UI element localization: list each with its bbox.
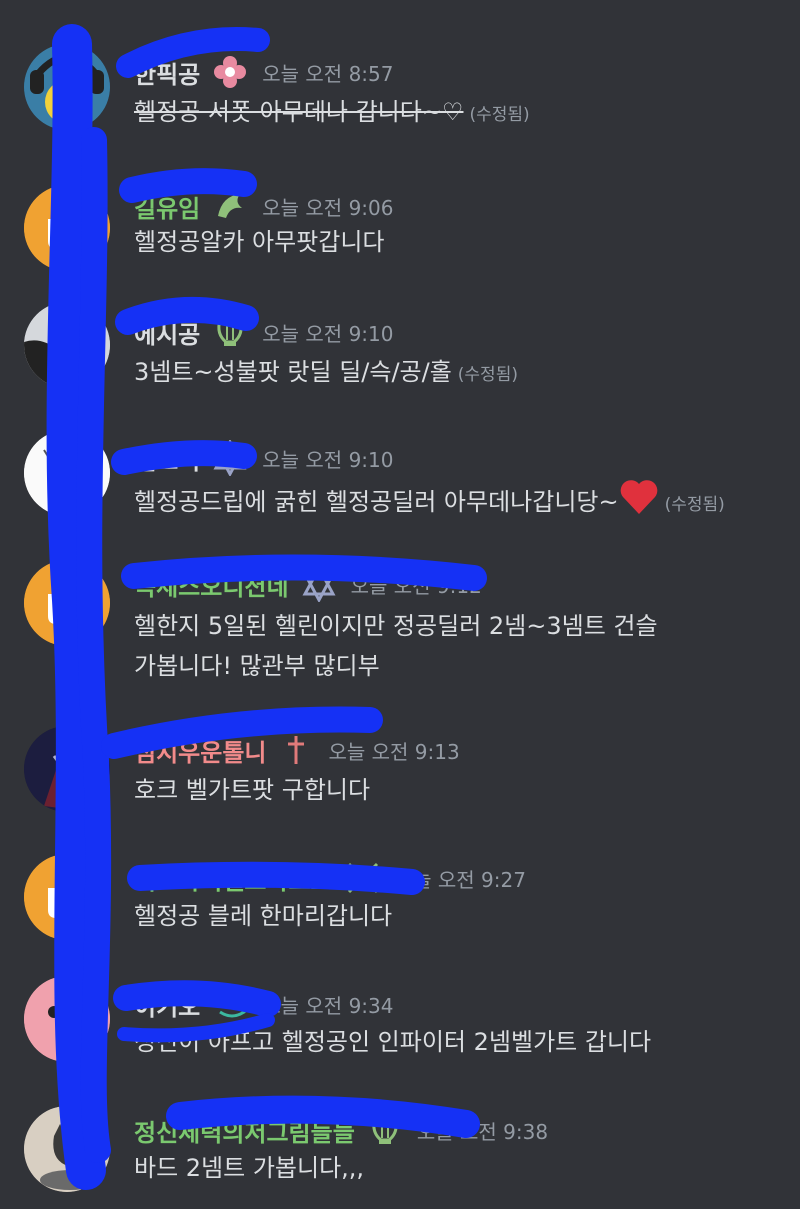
timestamp: 오늘 오전 9:38 bbox=[416, 1119, 549, 1144]
message-text: 호크 벨가트팟 구합니다 bbox=[134, 776, 371, 804]
avatar[interactable] bbox=[24, 430, 110, 516]
timestamp: 오늘 오전 9:10 bbox=[262, 447, 394, 472]
edited-label: (수정됨) bbox=[664, 495, 725, 515]
timestamp: 오늘 오전 9:27 bbox=[394, 867, 526, 892]
timestamp: 오늘 오전 9:13 bbox=[328, 739, 460, 764]
avatar[interactable] bbox=[24, 976, 110, 1062]
username[interactable]: 길유임 bbox=[134, 189, 200, 224]
timestamp: 오늘 오전 9:12 bbox=[350, 573, 482, 598]
lyre-badge-icon bbox=[212, 314, 248, 350]
timestamp: 오늘 오전 9:34 bbox=[262, 993, 394, 1018]
timestamp: 오늘 오전 8:57 bbox=[262, 61, 394, 86]
username[interactable]: 녹세스오디션네 bbox=[134, 567, 289, 602]
crossed-swords-badge-icon bbox=[345, 860, 381, 896]
message-text: 헬정공 서폿 아무데나 갑니다~♡ bbox=[134, 98, 464, 126]
username[interactable]: 에시공 bbox=[134, 315, 200, 350]
username[interactable]: 점지우운톨니 bbox=[134, 733, 266, 768]
avatar[interactable] bbox=[24, 302, 110, 388]
username[interactable]: 이기오 bbox=[134, 987, 200, 1022]
message-text: 헬한지 5일된 헬린이지만 정공딜러 2넴~3넴트 건슬 bbox=[134, 612, 658, 640]
crest-badge-icon bbox=[301, 564, 337, 604]
crest-badge-icon bbox=[212, 438, 248, 478]
swirl-badge-icon bbox=[212, 986, 248, 1022]
message-text: 헬정공드립에 굵힌 헬정공딜러 아무데나갑니당~ bbox=[134, 488, 619, 516]
dragon-badge-icon bbox=[212, 188, 248, 224]
edited-label: (수정됨) bbox=[457, 365, 518, 385]
username[interactable]: 정신체력의저그림들늘 bbox=[134, 1113, 355, 1148]
message-text: 바드 2넴트 가봅니다,,, bbox=[134, 1154, 365, 1182]
username[interactable]: 이드아이헬크바스트 bbox=[134, 861, 333, 896]
avatar[interactable] bbox=[24, 560, 110, 646]
message-text-line2: 가봅니다! 많관부 많디부 bbox=[134, 652, 380, 680]
avatar[interactable] bbox=[24, 726, 110, 812]
flower-badge-icon bbox=[212, 54, 248, 90]
message-text: 헬정공알카 아무팟갑니다 bbox=[134, 228, 385, 256]
avatar[interactable] bbox=[24, 1106, 110, 1192]
username[interactable]: 한픽공 bbox=[134, 55, 200, 90]
message-text: 3넴트~성불팟 랏딜 딜/슥/공/홀 bbox=[134, 358, 452, 386]
timestamp: 오늘 오전 9:06 bbox=[262, 195, 394, 220]
sword-badge-icon bbox=[278, 732, 314, 768]
avatar[interactable] bbox=[24, 854, 110, 940]
avatar[interactable] bbox=[24, 185, 110, 271]
message-text: 헬정공 블레 한마리갑니다 bbox=[134, 902, 393, 930]
lyre-badge-icon bbox=[367, 1112, 403, 1148]
avatar[interactable] bbox=[24, 44, 110, 130]
timestamp: 오늘 오전 9:10 bbox=[262, 321, 394, 346]
edited-label: (수정됨) bbox=[469, 105, 530, 125]
username[interactable]: 설소익 bbox=[134, 441, 200, 476]
message-text: 정신이 아프고 헬정공인 인파이터 2넴벨가트 갑니다 bbox=[134, 1028, 652, 1056]
heart-emoji-icon bbox=[619, 478, 659, 528]
